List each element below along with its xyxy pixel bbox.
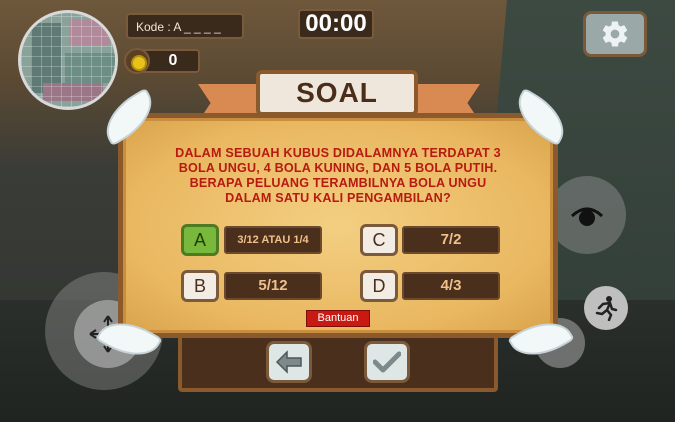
- back-button[interactable]: [266, 341, 312, 383]
- option-a-value[interactable]: 3/12 ATAU 1/4: [224, 226, 322, 254]
- timer-display: 00:00: [298, 9, 374, 39]
- option-d-value[interactable]: 4/3: [402, 272, 500, 300]
- eye-icon: [570, 207, 604, 226]
- gear-icon: [602, 21, 628, 47]
- option-b-value[interactable]: 5/12: [224, 272, 322, 300]
- question-line: BOLA UNGU, 4 BOLA KUNING, DAN 5 BOLA PUT…: [178, 161, 498, 175]
- minimap[interactable]: [18, 10, 118, 110]
- settings-button[interactable]: [583, 11, 647, 57]
- option-c-value[interactable]: 7/2: [402, 226, 500, 254]
- option-d-button[interactable]: D: [360, 270, 398, 302]
- option-c-button[interactable]: C: [360, 224, 398, 256]
- title-plate: SOAL: [256, 70, 418, 116]
- question-text: DALAM SEBUAH KUBUS DIDALAMNYA TERDAPAT 3…: [148, 146, 528, 206]
- code-display: Kode : A _ _ _ _: [126, 13, 244, 39]
- option-a-button[interactable]: A: [181, 224, 219, 256]
- help-button[interactable]: Bantuan: [306, 310, 370, 327]
- run-button[interactable]: [584, 286, 628, 330]
- option-b-button[interactable]: B: [181, 270, 219, 302]
- question-line: DALAM SEBUAH KUBUS DIDALAMNYA TERDAPAT 3: [175, 146, 501, 160]
- quiz-title: SOAL: [296, 77, 378, 108]
- checkmark-icon: [373, 351, 401, 373]
- question-line: DALAM SATU KALI PENGAMBILAN?: [225, 191, 451, 205]
- look-button[interactable]: [548, 176, 626, 254]
- question-line: BERAPA PELUANG TERAMBILNYA BOLA UNGU: [189, 176, 487, 190]
- confirm-button[interactable]: [364, 341, 410, 383]
- minimap-grid: [21, 13, 115, 107]
- coin-counter: 0: [124, 48, 200, 74]
- running-person-icon: [595, 296, 618, 321]
- coin-icon: [124, 48, 150, 74]
- action-bar: [178, 334, 498, 392]
- arrow-left-icon: [275, 350, 302, 374]
